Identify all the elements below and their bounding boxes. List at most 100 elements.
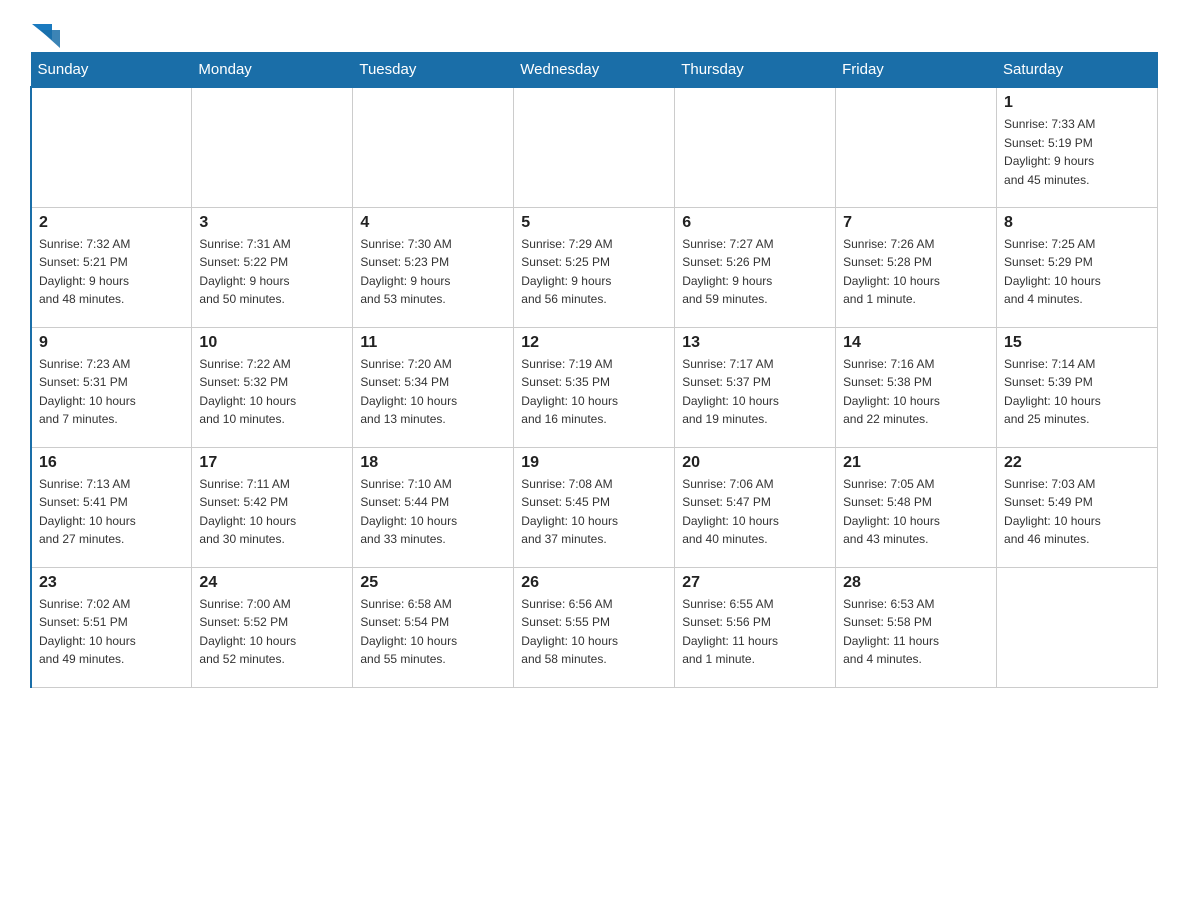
day-number: 7 [843,214,989,232]
header-wednesday: Wednesday [514,53,675,88]
day-number: 20 [682,454,828,472]
calendar-cell: 7 Sunrise: 7:26 AM Sunset: 5:28 PM Daylig… [836,207,997,327]
calendar-cell: 27 Sunrise: 6:55 AM Sunset: 5:56 PM Dayli… [675,567,836,687]
calendar-cell: 28 Sunrise: 6:53 AM Sunset: 5:58 PM Dayli… [836,567,997,687]
day-info: Sunrise: 6:58 AM Sunset: 5:54 PM Dayligh… [360,595,506,669]
day-number: 23 [39,574,184,592]
day-info: Sunrise: 7:23 AM Sunset: 5:31 PM Dayligh… [39,355,184,429]
calendar-cell [836,87,997,207]
day-info: Sunrise: 7:25 AM Sunset: 5:29 PM Dayligh… [1004,235,1150,309]
calendar-table: SundayMondayTuesdayWednesdayThursdayFrid… [30,52,1158,688]
day-number: 26 [521,574,667,592]
calendar-cell: 10 Sunrise: 7:22 AM Sunset: 5:32 PM Dayli… [192,327,353,447]
day-number: 3 [199,214,345,232]
calendar-cell: 5 Sunrise: 7:29 AM Sunset: 5:25 PM Daylig… [514,207,675,327]
calendar-cell: 4 Sunrise: 7:30 AM Sunset: 5:23 PM Daylig… [353,207,514,327]
header-monday: Monday [192,53,353,88]
calendar-cell: 3 Sunrise: 7:31 AM Sunset: 5:22 PM Daylig… [192,207,353,327]
day-info: Sunrise: 7:06 AM Sunset: 5:47 PM Dayligh… [682,475,828,549]
day-number: 27 [682,574,828,592]
day-info: Sunrise: 7:32 AM Sunset: 5:21 PM Dayligh… [39,235,184,309]
calendar-cell: 16 Sunrise: 7:13 AM Sunset: 5:41 PM Dayli… [31,447,192,567]
calendar-cell: 13 Sunrise: 7:17 AM Sunset: 5:37 PM Dayli… [675,327,836,447]
calendar-row: 1 Sunrise: 7:33 AM Sunset: 5:19 PM Daylig… [31,87,1158,207]
day-number: 1 [1004,94,1150,112]
day-info: Sunrise: 7:00 AM Sunset: 5:52 PM Dayligh… [199,595,345,669]
day-number: 10 [199,334,345,352]
day-info: Sunrise: 7:33 AM Sunset: 5:19 PM Dayligh… [1004,115,1150,189]
day-info: Sunrise: 7:13 AM Sunset: 5:41 PM Dayligh… [39,475,184,549]
day-info: Sunrise: 7:08 AM Sunset: 5:45 PM Dayligh… [521,475,667,549]
header-sunday: Sunday [31,53,192,88]
calendar-cell: 25 Sunrise: 6:58 AM Sunset: 5:54 PM Dayli… [353,567,514,687]
day-number: 21 [843,454,989,472]
day-number: 13 [682,334,828,352]
calendar-row: 23 Sunrise: 7:02 AM Sunset: 5:51 PM Dayli… [31,567,1158,687]
calendar-cell: 12Sunrise: 7:19 AM Sunset: 5:35 PM Dayli… [514,327,675,447]
day-info: Sunrise: 6:53 AM Sunset: 5:58 PM Dayligh… [843,595,989,669]
calendar-cell: 11Sunrise: 7:20 AM Sunset: 5:34 PM Dayli… [353,327,514,447]
day-number: 5 [521,214,667,232]
calendar-cell [192,87,353,207]
calendar-cell: 26 Sunrise: 6:56 AM Sunset: 5:55 PM Dayli… [514,567,675,687]
calendar-row: 16 Sunrise: 7:13 AM Sunset: 5:41 PM Dayli… [31,447,1158,567]
calendar-cell [353,87,514,207]
day-number: 15 [1004,334,1150,352]
day-number: 6 [682,214,828,232]
header-tuesday: Tuesday [353,53,514,88]
day-number: 28 [843,574,989,592]
calendar-cell: 21 Sunrise: 7:05 AM Sunset: 5:48 PM Dayli… [836,447,997,567]
calendar-cell: 14 Sunrise: 7:16 AM Sunset: 5:38 PM Dayli… [836,327,997,447]
calendar-cell: 9 Sunrise: 7:23 AM Sunset: 5:31 PM Daylig… [31,327,192,447]
calendar-cell: 24 Sunrise: 7:00 AM Sunset: 5:52 PM Dayli… [192,567,353,687]
day-info: Sunrise: 7:20 AM Sunset: 5:34 PM Dayligh… [360,355,506,429]
day-info: Sunrise: 7:31 AM Sunset: 5:22 PM Dayligh… [199,235,345,309]
day-info: Sunrise: 7:16 AM Sunset: 5:38 PM Dayligh… [843,355,989,429]
day-info: Sunrise: 7:05 AM Sunset: 5:48 PM Dayligh… [843,475,989,549]
day-info: Sunrise: 7:14 AM Sunset: 5:39 PM Dayligh… [1004,355,1150,429]
page-header [30,20,1158,42]
day-info: Sunrise: 7:02 AM Sunset: 5:51 PM Dayligh… [39,595,184,669]
calendar-cell: 23 Sunrise: 7:02 AM Sunset: 5:51 PM Dayli… [31,567,192,687]
calendar-cell: 6Sunrise: 7:27 AM Sunset: 5:26 PM Daylig… [675,207,836,327]
day-info: Sunrise: 7:03 AM Sunset: 5:49 PM Dayligh… [1004,475,1150,549]
calendar-cell: 20 Sunrise: 7:06 AM Sunset: 5:47 PM Dayli… [675,447,836,567]
calendar-row: 2 Sunrise: 7:32 AM Sunset: 5:21 PM Daylig… [31,207,1158,327]
day-info: Sunrise: 7:10 AM Sunset: 5:44 PM Dayligh… [360,475,506,549]
day-number: 4 [360,214,506,232]
calendar-cell: 22 Sunrise: 7:03 AM Sunset: 5:49 PM Dayli… [997,447,1158,567]
day-info: Sunrise: 7:22 AM Sunset: 5:32 PM Dayligh… [199,355,345,429]
header-thursday: Thursday [675,53,836,88]
calendar-cell: 8 Sunrise: 7:25 AM Sunset: 5:29 PM Daylig… [997,207,1158,327]
day-number: 12 [521,334,667,352]
calendar-cell: 15 Sunrise: 7:14 AM Sunset: 5:39 PM Dayli… [997,327,1158,447]
day-number: 24 [199,574,345,592]
day-number: 25 [360,574,506,592]
calendar-cell: 19 Sunrise: 7:08 AM Sunset: 5:45 PM Dayli… [514,447,675,567]
day-number: 19 [521,454,667,472]
day-info: Sunrise: 7:17 AM Sunset: 5:37 PM Dayligh… [682,355,828,429]
day-number: 2 [39,214,184,232]
day-info: Sunrise: 7:29 AM Sunset: 5:25 PM Dayligh… [521,235,667,309]
day-info: Sunrise: 6:56 AM Sunset: 5:55 PM Dayligh… [521,595,667,669]
day-info: Sunrise: 7:11 AM Sunset: 5:42 PM Dayligh… [199,475,345,549]
day-info: Sunrise: 6:55 AM Sunset: 5:56 PM Dayligh… [682,595,828,669]
day-number: 14 [843,334,989,352]
calendar-cell [997,567,1158,687]
calendar-cell [514,87,675,207]
day-number: 8 [1004,214,1150,232]
weekday-header-row: SundayMondayTuesdayWednesdayThursdayFrid… [31,53,1158,88]
calendar-cell: 17 Sunrise: 7:11 AM Sunset: 5:42 PM Dayli… [192,447,353,567]
logo-triangle-icon [32,20,60,48]
day-number: 18 [360,454,506,472]
calendar-cell: 18 Sunrise: 7:10 AM Sunset: 5:44 PM Dayli… [353,447,514,567]
logo [30,20,60,42]
day-number: 16 [39,454,184,472]
day-number: 17 [199,454,345,472]
header-friday: Friday [836,53,997,88]
day-number: 22 [1004,454,1150,472]
day-info: Sunrise: 7:26 AM Sunset: 5:28 PM Dayligh… [843,235,989,309]
header-saturday: Saturday [997,53,1158,88]
day-info: Sunrise: 7:30 AM Sunset: 5:23 PM Dayligh… [360,235,506,309]
day-number: 9 [39,334,184,352]
